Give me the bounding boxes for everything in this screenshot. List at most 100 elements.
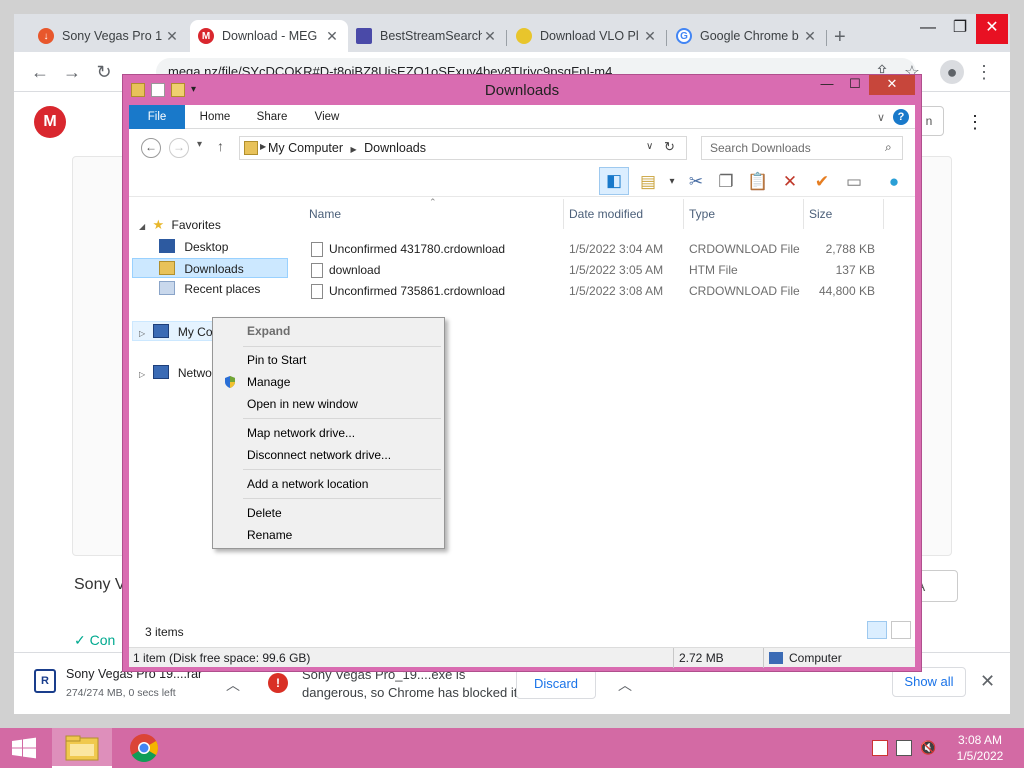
search-icon[interactable]: ⌕ [885, 140, 892, 155]
minimize-icon[interactable]: — [912, 14, 944, 44]
menu-item-expand[interactable]: Expand [215, 320, 442, 342]
details-view-icon[interactable] [867, 621, 887, 639]
file-name: Unconfirmed 431780.crdownload [329, 242, 506, 256]
nav-network[interactable]: ▷ Network [139, 363, 222, 383]
file-row[interactable]: download 1/5/2022 3:05 AM HTM File 137 K… [309, 260, 895, 281]
clock-time: 3:08 AM [957, 733, 1003, 747]
menu-item-delete[interactable]: Delete [215, 502, 442, 524]
menu-item-disconnect-network-drive[interactable]: Disconnect network drive... [215, 444, 442, 466]
menu-item-map-network-drive[interactable]: Map network drive... [215, 422, 442, 444]
page-menu-icon[interactable]: ⋮ [966, 112, 984, 133]
close-icon[interactable]: ✕ [869, 75, 915, 95]
copy-icon[interactable]: ❐ [713, 169, 739, 195]
restore-icon[interactable]: ❐ [944, 14, 976, 44]
action-center-flag-icon[interactable] [872, 740, 888, 756]
discard-button[interactable]: Discard [516, 669, 596, 699]
nav-favorites[interactable]: ◢ ★ Favorites [139, 215, 221, 235]
tab-mega-download[interactable]: M Download - MEG ✕ [190, 20, 348, 52]
column-type[interactable]: Type [689, 207, 715, 221]
close-tab-icon[interactable]: ✕ [324, 28, 340, 45]
taskbar-chrome[interactable] [114, 728, 174, 768]
rar-file-icon: R [34, 669, 56, 693]
chevron-right-icon: ▶ [350, 145, 357, 154]
volume-muted-icon[interactable]: 🔇 [920, 740, 936, 756]
refresh-icon[interactable]: ↻ [664, 139, 675, 155]
file-size: 2,788 KB [825, 242, 875, 256]
nav-downloads[interactable]: Downloads [132, 258, 288, 278]
maximize-icon[interactable]: ☐ [841, 75, 869, 95]
tab-sony-vegas[interactable]: ↓ Sony Vegas Pro 1 ✕ [30, 22, 188, 50]
file-icon [311, 242, 323, 257]
paste-icon[interactable]: 📋 [745, 169, 771, 195]
new-item-icon[interactable]: ▭ [841, 169, 867, 195]
chevron-up-icon[interactable]: ︿ [618, 675, 632, 695]
tab-share[interactable]: Share [249, 105, 295, 129]
menu-item-manage[interactable]: Manage [215, 371, 442, 393]
expand-ribbon-icon[interactable]: ∨ [877, 111, 885, 124]
search-input[interactable]: Search Downloads [701, 136, 903, 160]
properties-folder-icon[interactable]: ▤ [635, 169, 661, 195]
delete-icon[interactable]: ✕ [777, 169, 803, 195]
status-location: Computer [789, 651, 842, 665]
breadcrumb-downloads[interactable]: Downloads [364, 141, 426, 155]
minimize-icon[interactable]: — [813, 75, 841, 95]
tab-file[interactable]: File [129, 105, 185, 129]
network-icon[interactable] [896, 740, 912, 756]
chevron-up-icon[interactable]: ︿ [226, 675, 240, 695]
forward-icon[interactable]: → [169, 138, 189, 158]
tab-view[interactable]: View [307, 105, 347, 129]
help-icon[interactable]: ? [893, 109, 909, 125]
tab-google-chrome[interactable]: G Google Chrome b ✕ [668, 22, 826, 50]
file-row[interactable]: Unconfirmed 431780.crdownload 1/5/2022 3… [309, 239, 895, 260]
forward-icon[interactable]: → [60, 60, 84, 84]
new-tab-icon[interactable]: + [834, 26, 846, 49]
breadcrumb-my-computer[interactable]: My Computer [268, 141, 343, 155]
cut-icon[interactable]: ✂ [683, 169, 709, 195]
close-shelf-icon[interactable]: ✕ [980, 671, 995, 692]
tab-download-vlo[interactable]: Download VLO Pl ✕ [508, 22, 666, 50]
menu-item-rename[interactable]: Rename [215, 524, 442, 546]
taskbar-file-explorer[interactable] [52, 728, 112, 768]
system-tray: 🔇 [872, 740, 936, 756]
menu-item-add-network-location[interactable]: Add a network location [215, 473, 442, 495]
expand-icon[interactable]: ▷ [139, 370, 145, 379]
menu-item-open-new-window[interactable]: Open in new window [215, 393, 442, 415]
nav-recent-places[interactable]: Recent places [159, 279, 260, 299]
close-tab-icon[interactable]: ✕ [482, 28, 498, 45]
nav-desktop[interactable]: Desktop [159, 237, 228, 257]
column-size[interactable]: Size [809, 207, 832, 221]
collapse-icon[interactable]: ◢ [139, 222, 145, 231]
recent-locations-icon[interactable]: ▾ [197, 139, 202, 150]
globe-icon[interactable]: ● [881, 169, 907, 195]
close-window-icon[interactable]: ✕ [976, 14, 1008, 44]
folder-icon [244, 141, 258, 155]
column-name[interactable]: Name [309, 207, 341, 221]
profile-icon[interactable]: ● [940, 60, 964, 84]
rename-checkmark-icon[interactable]: ✔ [809, 169, 835, 195]
up-icon[interactable]: ↑ [217, 138, 224, 154]
explorer-titlebar[interactable]: ▾ Downloads — ☐ ✕ [123, 75, 921, 105]
tab-beststreamsearch[interactable]: BestStreamSearch ✕ [348, 22, 506, 50]
reload-icon[interactable]: ↻ [92, 60, 116, 84]
close-tab-icon[interactable]: ✕ [642, 28, 658, 45]
tab-title: Download - MEG [222, 29, 318, 43]
menu-item-pin-to-start[interactable]: Pin to Start [215, 349, 442, 371]
start-button[interactable] [0, 728, 48, 768]
back-icon[interactable]: ← [28, 60, 52, 84]
chevron-down-icon[interactable]: ▾ [659, 169, 685, 195]
check-status: ✓ Con [74, 632, 116, 648]
column-date-modified[interactable]: Date modified [569, 207, 643, 221]
close-tab-icon[interactable]: ✕ [802, 28, 818, 45]
large-icons-view-icon[interactable] [891, 621, 911, 639]
clock[interactable]: 3:08 AM 1/5/2022 [950, 732, 1010, 764]
menu-kebab-icon[interactable]: ⋮ [972, 60, 996, 84]
mega-logo[interactable]: M [34, 106, 66, 138]
back-icon[interactable]: ← [141, 138, 161, 158]
preview-pane-icon[interactable]: ◧ [599, 167, 629, 195]
address-bar[interactable]: ▶ My Computer ▶ Downloads ∨ ↻ [239, 136, 687, 160]
file-row[interactable]: Unconfirmed 735861.crdownload 1/5/2022 3… [309, 281, 895, 302]
close-tab-icon[interactable]: ✕ [164, 28, 180, 45]
expand-icon[interactable]: ▷ [139, 329, 145, 338]
tab-home[interactable]: Home [193, 105, 237, 129]
chevron-down-icon[interactable]: ∨ [646, 141, 653, 152]
